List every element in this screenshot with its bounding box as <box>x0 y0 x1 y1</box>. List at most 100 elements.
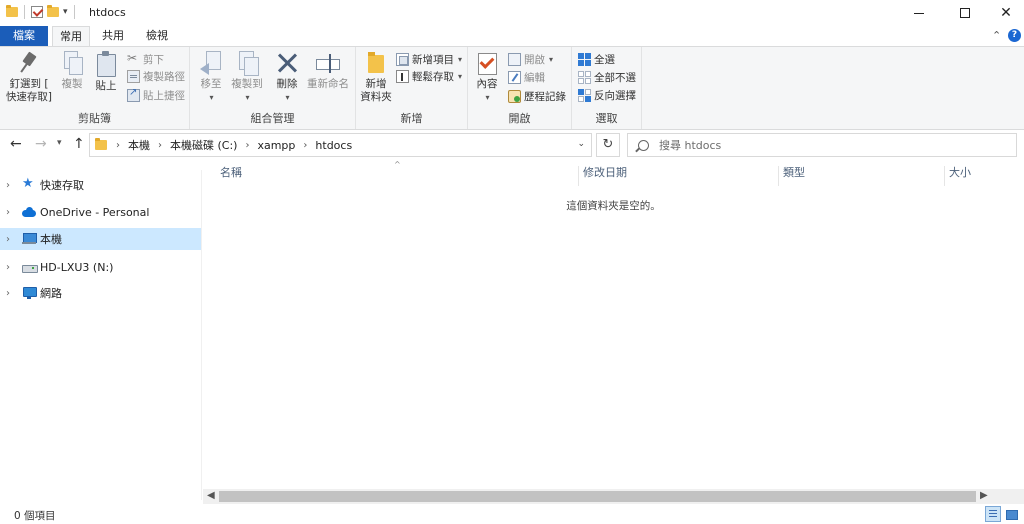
expand-chevron-icon[interactable]: › <box>6 207 18 218</box>
refresh-button[interactable]: ↻ <box>596 133 620 157</box>
details-view-icon[interactable] <box>985 506 1001 522</box>
column-header-size[interactable]: 大小 <box>944 166 1024 186</box>
quick-access-toolbar: ▾ <box>6 5 77 19</box>
chevron-down-icon: ▾ <box>458 54 463 64</box>
organize-group-label: 組合管理 <box>250 112 295 125</box>
copy-path-icon <box>127 69 140 83</box>
expand-chevron-icon[interactable]: › <box>6 180 18 191</box>
new-folder-label-line2: 資料夾 <box>360 91 392 103</box>
address-bar[interactable]: › 本機 › 本機磁碟 (C:) › xampp › htdocs ⌄ <box>89 133 592 157</box>
minimize-button[interactable] <box>896 0 942 26</box>
breadcrumb-item[interactable]: htdocs <box>315 139 352 152</box>
help-icon[interactable]: ? <box>1008 29 1021 42</box>
forward-arrow-icon[interactable]: → <box>35 136 47 152</box>
up-arrow-icon[interactable]: ↑ <box>73 136 85 152</box>
folder-icon <box>6 5 18 17</box>
new-folder-icon[interactable] <box>47 5 59 17</box>
collapse-ribbon-chevron-icon[interactable]: ⌃ <box>992 29 1001 42</box>
network-icon <box>22 287 37 299</box>
column-header-type[interactable]: 類型 <box>778 166 944 186</box>
tab-file[interactable]: 檔案 <box>0 26 48 46</box>
breadcrumb-separator-icon[interactable]: › <box>245 140 249 151</box>
file-list[interactable]: ^ 名稱 修改日期 類型 大小 這個資料夾是空的。 <box>203 160 1024 488</box>
maximize-button[interactable] <box>942 0 988 26</box>
nav-item-network[interactable]: › 網路 <box>0 282 201 304</box>
scroll-right-icon[interactable]: ▶ <box>980 490 988 501</box>
pin-label-line2: 快速存取] <box>5 91 53 103</box>
open-button[interactable]: 開啟 ▾ <box>508 51 553 67</box>
select-all-label: 全選 <box>594 53 615 66</box>
paste-shortcut-icon <box>127 87 140 102</box>
new-folder-button[interactable]: 新增 資料夾 <box>358 51 394 104</box>
paste-button[interactable]: 貼上 <box>90 51 122 93</box>
invert-selection-button[interactable]: 反向選擇 <box>578 87 636 103</box>
cut-label: 剪下 <box>143 53 164 66</box>
column-header-date-modified[interactable]: 修改日期 <box>578 166 778 186</box>
tab-view[interactable]: 檢視 <box>136 26 178 46</box>
breadcrumb-item[interactable]: 本機磁碟 (C:) <box>170 137 237 153</box>
nav-item-drive-n[interactable]: › HD-LXU3 (N:) <box>0 256 201 278</box>
horizontal-scrollbar[interactable]: ◀ ▶ <box>203 489 1024 504</box>
paste-shortcut-button[interactable]: 貼上捷徑 <box>127 87 185 103</box>
maximize-icon <box>960 8 970 18</box>
properties-label: 內容 <box>476 78 498 90</box>
address-history-chevron-icon[interactable]: ⌄ <box>577 139 585 149</box>
rename-button[interactable]: 重新命名 <box>304 51 352 91</box>
nav-item-this-pc[interactable]: › 本機 <box>0 228 201 250</box>
scroll-left-icon[interactable]: ◀ <box>207 490 215 501</box>
copy-to-button[interactable]: 複製到 ▾ <box>228 51 266 104</box>
scrollbar-thumb[interactable] <box>219 491 976 502</box>
open-group: 內容 ▾ 開啟 ▾ 編輯 歷程記錄 開啟 <box>468 47 572 129</box>
breadcrumb-item[interactable]: xampp <box>257 139 295 152</box>
breadcrumb-separator-icon[interactable]: › <box>303 140 307 151</box>
nav-item-onedrive[interactable]: › OneDrive - Personal <box>0 201 201 223</box>
properties-button[interactable]: 內容 ▾ <box>472 51 502 104</box>
search-icon <box>638 139 649 151</box>
nav-item-label: HD-LXU3 (N:) <box>40 260 114 274</box>
breadcrumb-separator-icon[interactable]: › <box>116 140 120 151</box>
edit-button[interactable]: 編輯 <box>508 69 545 85</box>
recent-locations-chevron-icon[interactable]: ▾ <box>57 138 62 148</box>
large-icons-view-icon[interactable] <box>1004 507 1019 521</box>
expand-chevron-icon[interactable]: › <box>6 262 18 273</box>
select-all-button[interactable]: 全選 <box>578 51 615 67</box>
history-button[interactable]: 歷程記錄 <box>508 88 566 104</box>
chevron-down-icon: ▾ <box>285 93 290 102</box>
breadcrumb-item[interactable]: 本機 <box>128 137 150 153</box>
copy-button[interactable]: 複製 <box>56 51 88 91</box>
column-header-name[interactable]: 名稱 <box>216 166 578 186</box>
nav-item-quick-access[interactable]: › 快速存取 <box>0 174 201 196</box>
expand-chevron-icon[interactable]: › <box>6 234 18 245</box>
back-arrow-icon[interactable]: ← <box>10 136 22 152</box>
empty-folder-message: 這個資料夾是空的。 <box>566 200 661 212</box>
select-none-button[interactable]: 全部不選 <box>578 69 636 85</box>
breadcrumb-separator-icon[interactable]: › <box>158 140 162 151</box>
chevron-down-icon: ▾ <box>458 71 463 81</box>
move-to-button[interactable]: 移至 ▾ <box>196 51 226 104</box>
tab-home[interactable]: 常用 <box>52 26 90 47</box>
new-item-label: 新增項目 <box>412 53 454 66</box>
customize-toolbar-chevron-icon[interactable]: ▾ <box>63 7 68 17</box>
copy-to-icon <box>236 51 259 76</box>
pin-icon <box>18 51 40 75</box>
clipboard-group: 釘選到 [ 快速存取] 複製 貼上 剪下 複製路徑 貼上捷徑 剪貼簿 <box>0 47 190 129</box>
delete-button[interactable]: 刪除 ▾ <box>272 51 302 104</box>
tab-share[interactable]: 共用 <box>94 26 132 46</box>
toolbar-divider <box>73 5 75 19</box>
close-button[interactable]: ✕ <box>988 0 1024 26</box>
open-group-label: 開啟 <box>508 112 531 125</box>
copy-path-button[interactable]: 複製路徑 <box>127 68 185 84</box>
search-box[interactable] <box>627 133 1017 157</box>
nav-item-label: 網路 <box>40 287 62 300</box>
select-none-icon <box>578 70 591 84</box>
new-item-button[interactable]: 新增項目 ▾ <box>396 51 462 67</box>
easy-access-button[interactable]: 輕鬆存取 ▾ <box>396 68 462 84</box>
toolbar-divider <box>24 5 25 19</box>
chevron-down-icon: ▾ <box>209 93 214 102</box>
properties-icon[interactable] <box>31 6 43 18</box>
expand-chevron-icon[interactable]: › <box>6 288 18 299</box>
cut-button[interactable]: 剪下 <box>127 51 164 67</box>
move-to-label: 移至 <box>200 78 222 90</box>
search-input[interactable] <box>659 138 959 152</box>
pin-quick-access-button[interactable]: 釘選到 [ 快速存取] <box>4 51 54 104</box>
